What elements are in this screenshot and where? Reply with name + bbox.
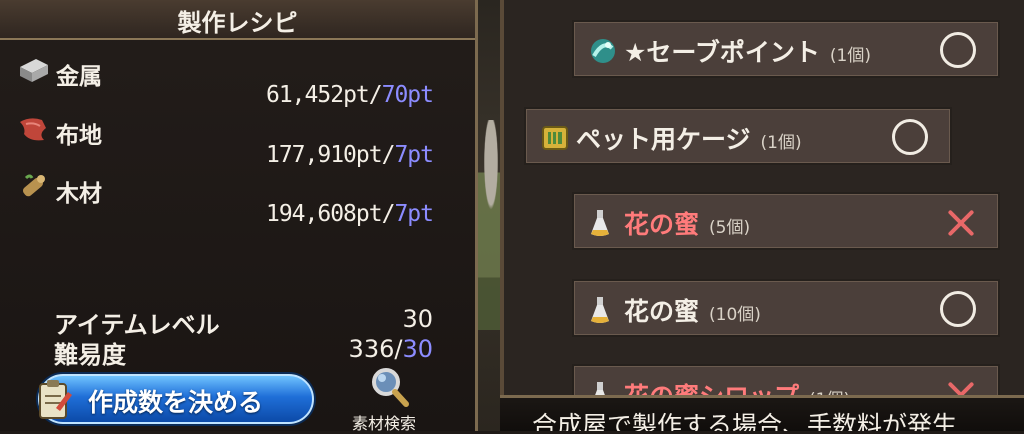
material-have-cloth: 177,910pt/: [265, 142, 395, 168]
pet-cage-icon: [540, 123, 570, 157]
item-name: ペット用ケージ (1個): [576, 125, 802, 154]
list-item[interactable]: 花の蜜 (10個): [572, 279, 1000, 337]
cloth-icon: [16, 114, 50, 144]
item-name: 花の蜜 (10個): [624, 297, 761, 326]
recipe-panel: 製作レシピ 金属 61,452pt/70pt 布地 177,910pt/7pt …: [0, 0, 478, 434]
potion-flask-icon: [588, 208, 612, 242]
decide-quantity-button[interactable]: 作成数を決める: [38, 374, 314, 424]
item-name: 花の蜜 (5個): [624, 210, 751, 239]
material-have-wood: 194,608pt/: [265, 201, 395, 227]
decide-quantity-label: 作成数を決める: [88, 388, 264, 417]
available-circle-icon: [892, 119, 928, 155]
notice-bar: 合成屋で製作する場合、手数料が発生: [500, 395, 1024, 431]
material-name-cloth: 布地: [56, 123, 102, 149]
material-name-metal: 金属: [56, 64, 102, 90]
difficulty-value: 336/30: [349, 335, 433, 363]
material-value-metal: 61,452pt/70pt: [265, 82, 434, 108]
recipe-title: 製作レシピ: [177, 9, 298, 37]
fee-notice: 合成屋で製作する場合、手数料が発生: [532, 411, 958, 431]
material-need-metal: 70pt: [381, 82, 434, 108]
difficulty-label: 難易度: [54, 341, 126, 369]
item-level-value: 30: [402, 305, 433, 333]
save-point-icon: [588, 36, 618, 70]
material-need-wood: 7pt: [394, 201, 434, 227]
list-item[interactable]: 花の蜜 (5個): [572, 192, 1000, 250]
item-quantity: (1個): [829, 46, 872, 66]
potion-flask-icon: [588, 295, 612, 329]
difficulty-have: 336/: [348, 335, 403, 363]
unavailable-cross-icon: [946, 208, 976, 238]
item-quantity: (10個): [709, 305, 761, 325]
list-item[interactable]: ペット用ケージ (1個): [524, 107, 952, 165]
material-value-cloth: 177,910pt/7pt: [265, 142, 434, 168]
list-item[interactable]: ★セーブポイント (1個): [572, 20, 1000, 78]
material-name-wood: 木材: [56, 181, 102, 207]
recipe-title-bar: 製作レシピ: [0, 0, 475, 40]
item-name: ★セーブポイント (1個): [624, 38, 872, 67]
item-quantity: (1個): [760, 133, 802, 153]
available-circle-icon: [940, 32, 976, 68]
difficulty-need: 30: [402, 335, 433, 363]
material-value-wood: 194,608pt/7pt: [265, 201, 434, 227]
material-search-label[interactable]: 素材検索: [352, 410, 416, 434]
magnifier-icon[interactable]: [370, 366, 410, 412]
available-circle-icon: [940, 291, 976, 327]
item-quantity: (5個): [709, 218, 751, 238]
clipboard-icon: [34, 378, 74, 426]
wood-log-icon: [16, 172, 50, 202]
material-need-cloth: 7pt: [394, 142, 434, 168]
metal-ingot-icon: [16, 55, 50, 85]
material-have-metal: 61,452pt/: [265, 82, 383, 108]
item-list-panel: ★セーブポイント (1個) ペット用ケージ (1個) 花の蜜 (5個) 花の蜜 (10個…: [500, 0, 1024, 422]
